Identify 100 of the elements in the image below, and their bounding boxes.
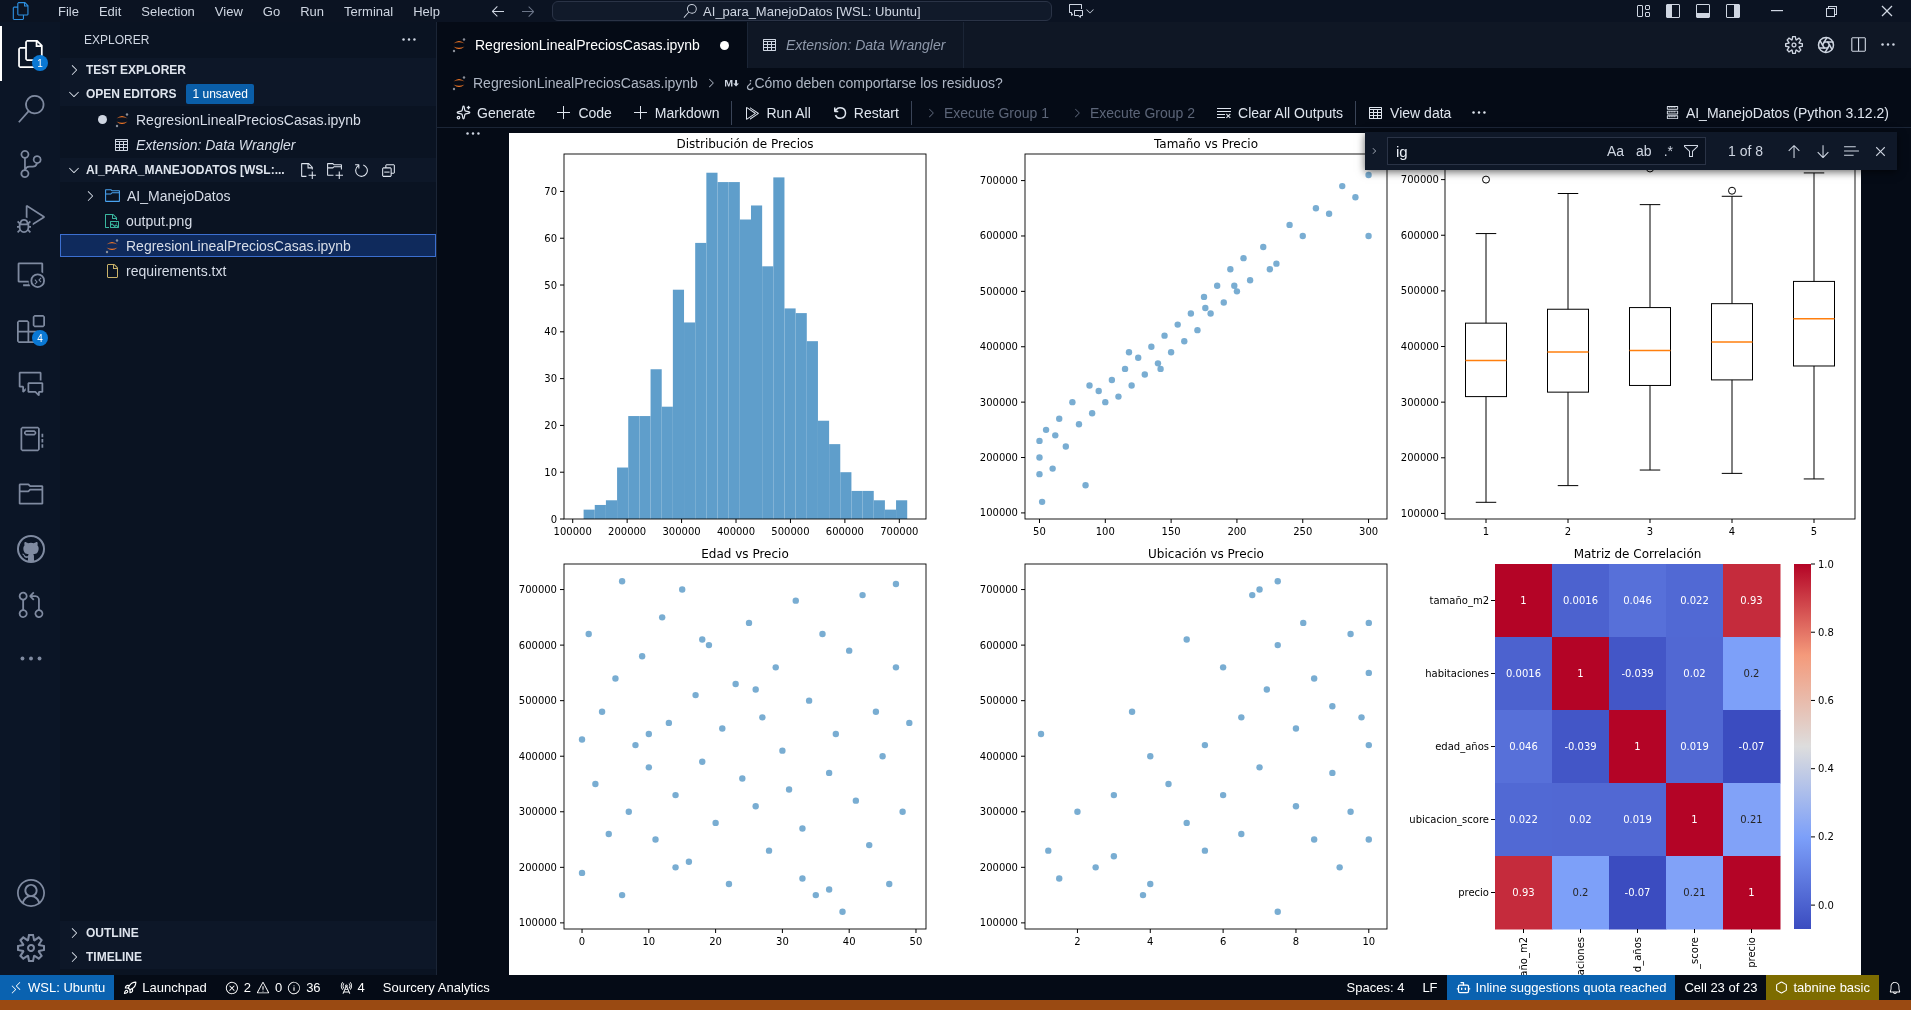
menu-item[interactable]: Run	[290, 0, 334, 22]
status-item[interactable]: Sourcery Analytics	[373, 975, 499, 1000]
axis-tick-label: 500000	[518, 695, 557, 707]
section-header[interactable]: TIMELINE	[60, 945, 436, 969]
breadcrumb-item[interactable]: RegresionLinealPreciosCasas.ipynb	[473, 75, 698, 91]
menu-item[interactable]: Go	[252, 0, 291, 22]
cell-value: 0.21	[1683, 887, 1706, 898]
toolbar-button[interactable]: Code	[547, 100, 620, 125]
axis-tick-label: 50	[909, 936, 923, 947]
axis-tick-label: 2	[1564, 526, 1572, 537]
cell-value: 0.046	[1509, 741, 1538, 752]
chart-title: Ubicación vs Precio	[1148, 547, 1264, 561]
colorbar-tick-label: 1.0	[1818, 558, 1834, 570]
find-field[interactable]: ig Aa ab .*	[1386, 137, 1706, 165]
axis-tick-label: 5	[1810, 526, 1818, 537]
open-editor-entry[interactable]: RegresionLinealPreciosCasas.ipynb	[60, 108, 436, 131]
axis-tick-label: 4	[1147, 936, 1154, 947]
axis-tick-label: 20	[709, 936, 722, 947]
axis-tick-label: 30	[776, 936, 789, 947]
axis-tick-label: 200000	[979, 452, 1018, 463]
toolbar-button[interactable]: Markdown	[623, 100, 728, 125]
axis-tick-label: d_años	[1632, 937, 1643, 973]
status-item[interactable]: Inline suggestions quota reached	[1446, 975, 1676, 1000]
status-item[interactable]: WSL: Ubuntu	[0, 975, 115, 1000]
cell-value: 1	[1520, 595, 1527, 606]
status-item[interactable]: Launchpad	[114, 975, 216, 1000]
toolbar-button[interactable]: Generate	[447, 100, 544, 125]
problems-status[interactable]: 2 0 36	[215, 975, 330, 1000]
breadcrumb-item[interactable]: ¿Cómo deben comportarse los residuos?	[745, 75, 1003, 91]
find-option-toggle[interactable]: .*	[1661, 143, 1675, 159]
axis-tick-label: 200000	[608, 526, 647, 537]
chart-title: Distribución de Precios	[676, 137, 814, 151]
axis-tick-label: aciones	[1575, 937, 1586, 975]
menu-item[interactable]: Selection	[131, 0, 205, 22]
find-option-toggle[interactable]: Aa	[1604, 143, 1627, 159]
axis-tick-label: 1	[1482, 526, 1490, 537]
section-header[interactable]: AI_PARA_MANEJODATOS [WSL:...	[60, 158, 436, 182]
status-item[interactable]: 4	[329, 975, 374, 1000]
toolbar-button[interactable]: Clear All Outputs	[1207, 100, 1352, 125]
explorer-tree-entry[interactable]: output.png	[60, 209, 436, 232]
axis-tick-label: 30	[544, 373, 557, 385]
toolbar-button[interactable]: Restart	[822, 100, 907, 125]
kernel-picker[interactable]: AI_ManejoDatos (Python 3.12.2)	[1655, 100, 1897, 125]
axis-tick-label: 600000	[1400, 229, 1439, 241]
command-center[interactable]: AI_para_ManejoDatos [WSL: Ubuntu]	[551, 1, 1052, 21]
explorer-tree-entry[interactable]: requirements.txt	[60, 259, 436, 282]
chart-title: Matriz de Correlación	[1573, 547, 1702, 561]
axis-tick-label: 300	[1359, 526, 1379, 537]
axis-tick-label: 700000	[979, 584, 1018, 596]
cell-value: 0.019	[1623, 814, 1652, 825]
toolbar-button[interactable]: Run All	[731, 100, 819, 125]
find-option-toggle[interactable]: ab	[1634, 143, 1654, 159]
section-header[interactable]: OPEN EDITORS 1 unsaved	[60, 82, 436, 106]
editor-tab[interactable]: RegresionLinealPreciosCasas.ipynb	[437, 22, 748, 68]
axis-tick-label: 100	[1095, 526, 1115, 537]
menu-item[interactable]: Edit	[88, 0, 132, 22]
axis-tick-label: 100000	[518, 917, 557, 929]
status-item[interactable]: Spaces: 4	[1337, 975, 1414, 1000]
cell-value: 0.022	[1509, 814, 1538, 825]
menu-item[interactable]: Terminal	[334, 0, 404, 22]
explorer-tree-entry[interactable]: RegresionLinealPreciosCasas.ipynb	[60, 234, 436, 257]
cell-value: 1	[1691, 814, 1698, 825]
axis-tick-label: 10	[544, 466, 557, 478]
cell-value: -0.07	[1624, 887, 1651, 898]
chart-title: Tamaño vs Precio	[1154, 137, 1258, 151]
menu-item[interactable]: File	[48, 0, 89, 22]
axis-tick-label: 50	[544, 279, 557, 291]
menu-item[interactable]: Help	[403, 0, 450, 22]
axis-tick-label: 100000	[1400, 507, 1439, 519]
count-badge: 4	[32, 330, 48, 346]
axis-tick-label: ubicacion_score	[1409, 814, 1489, 825]
toolbar-button[interactable]: View data	[1355, 100, 1460, 125]
status-item[interactable]: tabnine basic	[1766, 975, 1879, 1000]
axis-tick-label: 700000	[1400, 174, 1439, 186]
open-editor-entry[interactable]: Extension: Data Wrangler	[60, 133, 436, 156]
status-item[interactable]: Cell 23 of 23	[1675, 975, 1767, 1000]
cell-value: 0.022	[1680, 595, 1709, 606]
cell-value: 0.2	[1743, 668, 1760, 679]
axis-tick-label: 700000	[880, 526, 919, 537]
section-header[interactable]: OUTLINE	[60, 921, 436, 945]
axis-tick-label: 300000	[979, 396, 1018, 408]
sidebar-title: EXPLORER	[84, 33, 150, 47]
explorer-tree-entry[interactable]: AI_ManejoDatos	[60, 184, 436, 207]
axis-tick-label: 200	[1227, 526, 1247, 537]
status-item[interactable]: LF	[1413, 975, 1447, 1000]
cell-value: 0.02	[1569, 814, 1592, 825]
section-header[interactable]: TEST EXPLORER	[60, 58, 436, 82]
axis-tick-label: 300000	[662, 526, 701, 537]
colorbar-tick-label: 0.2	[1818, 831, 1834, 843]
axis-tick-label: 8	[1292, 936, 1300, 947]
colorbar-tick-label: 0.4	[1818, 763, 1834, 775]
axis-tick-label: 10	[1362, 936, 1376, 947]
menu-item[interactable]: View	[204, 0, 253, 22]
blocks-button[interactable]: 4	[0, 301, 60, 356]
axis-tick-label: 300000	[1400, 396, 1439, 408]
axis-tick-label: 100000	[553, 526, 592, 537]
axis-tick-label: 400000	[979, 341, 1018, 353]
axis-tick-label: 600000	[979, 230, 1018, 242]
axis-tick-label: 60	[544, 232, 557, 244]
cell-value: 1	[1748, 887, 1755, 898]
